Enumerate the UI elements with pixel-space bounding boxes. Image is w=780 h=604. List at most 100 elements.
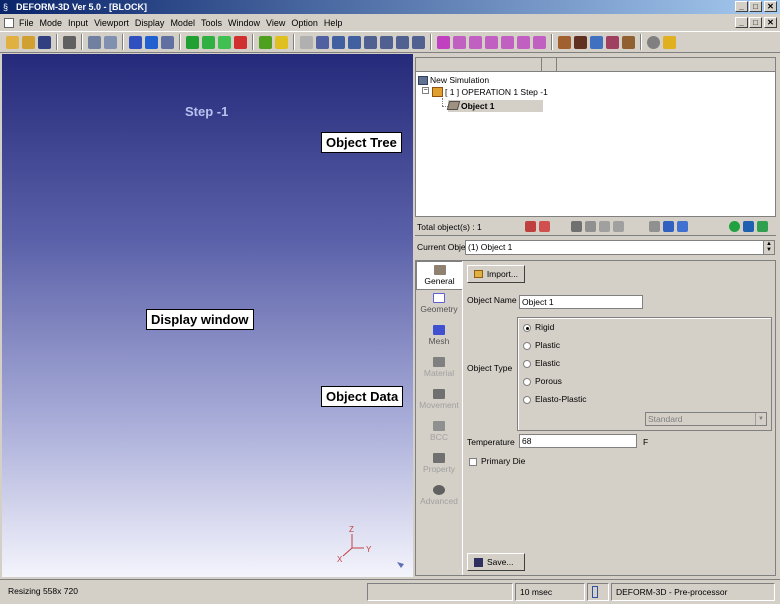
object-copy-icon[interactable] [585, 221, 596, 232]
menu-input[interactable]: Input [65, 18, 91, 28]
database-icon[interactable] [590, 35, 603, 49]
radio-rigid[interactable]: Rigid [523, 322, 554, 332]
status-mode: DEFORM-3D - Pre-processor [611, 583, 775, 601]
tab-movement[interactable]: Movement [416, 389, 462, 418]
rotate-free-icon[interactable] [412, 35, 425, 49]
view-back-icon[interactable] [469, 35, 482, 49]
frame-icon[interactable] [275, 35, 288, 49]
tree-collapse-toggle[interactable]: − [422, 87, 429, 94]
open-folder-icon[interactable] [22, 35, 35, 49]
doc-restore-button[interactable]: □ [749, 17, 762, 28]
mesh-tool-icon[interactable] [558, 35, 571, 49]
tool-icon[interactable] [161, 35, 174, 49]
object-name-field[interactable]: Object 1 [519, 295, 643, 309]
tab-general[interactable]: General [416, 261, 462, 290]
tree-operation[interactable]: [ 1 ] OPERATION 1 Step -1 [432, 87, 548, 97]
menu-view[interactable]: View [263, 18, 288, 28]
object-tree-callout: Object Tree [321, 132, 402, 153]
stop-icon[interactable] [647, 35, 660, 49]
menu-viewport[interactable]: Viewport [91, 18, 132, 28]
rotate-z-icon[interactable] [396, 35, 409, 49]
tree-root[interactable]: New Simulation [418, 75, 489, 85]
rotate-y-icon[interactable] [380, 35, 393, 49]
tab-geometry[interactable]: Geometry [416, 293, 462, 322]
edge-view-icon[interactable] [234, 35, 247, 49]
tree-operation-label: [ 1 ] OPERATION 1 Step -1 [445, 87, 548, 97]
radio-plastic[interactable]: Plastic [523, 340, 560, 350]
primary-die-checkbox[interactable]: Primary Die [469, 456, 525, 466]
mesh-icon [433, 325, 445, 335]
add-object-icon[interactable] [525, 221, 536, 232]
doc-close-button[interactable]: ✕ [764, 17, 777, 28]
object-show-icon[interactable] [599, 221, 610, 232]
operation-icon [432, 87, 443, 97]
save-icon[interactable] [38, 35, 51, 49]
object-hide-icon[interactable] [613, 221, 624, 232]
open-icon[interactable] [6, 35, 19, 49]
menu-option[interactable]: Option [288, 18, 321, 28]
save-button[interactable]: Save... [467, 553, 525, 571]
multi-object-icon[interactable] [743, 221, 754, 232]
radio-elastic[interactable]: Elastic [523, 358, 560, 368]
document-icon[interactable] [4, 17, 14, 28]
axis-x-label: X [337, 555, 343, 564]
spin-icon[interactable]: ▲ ▼ [763, 241, 774, 254]
radio-porous[interactable]: Porous [523, 376, 562, 386]
zoom-icon[interactable] [332, 35, 345, 49]
menu-window[interactable]: Window [225, 18, 263, 28]
solid-view-icon[interactable] [186, 35, 199, 49]
tab-material[interactable]: Material [416, 357, 462, 386]
menu-model[interactable]: Model [167, 18, 198, 28]
tree-object[interactable]: Object 1 [446, 100, 543, 112]
move-icon[interactable] [145, 35, 158, 49]
inter-object-icon[interactable] [606, 35, 619, 49]
axis-icon[interactable] [437, 35, 450, 49]
view-bottom-icon[interactable] [533, 35, 546, 49]
color-icon[interactable] [663, 221, 674, 232]
material-tool-icon[interactable] [574, 35, 587, 49]
radio-elasto-plastic[interactable]: Elasto-Plastic [523, 394, 587, 404]
object-info-icon[interactable] [571, 221, 582, 232]
menu-tools[interactable]: Tools [198, 18, 225, 28]
status-message: Resizing 558x 720 [8, 586, 78, 596]
close-button[interactable]: ✕ [764, 1, 777, 12]
camera-icon[interactable] [88, 35, 101, 49]
delete-object-icon[interactable] [539, 221, 550, 232]
current-object-select[interactable]: (1) Object 1 ▲ ▼ [465, 240, 775, 255]
restore-button[interactable]: □ [749, 1, 762, 12]
tab-property[interactable]: Property [416, 453, 462, 482]
import-button[interactable]: Import... [467, 265, 525, 283]
object-icon[interactable] [259, 35, 272, 49]
menu-display[interactable]: Display [132, 18, 168, 28]
minimize-button[interactable]: _ [735, 1, 748, 12]
tab-advanced[interactable]: Advanced [416, 485, 462, 514]
view-top-icon[interactable] [517, 35, 530, 49]
object-tree-panel[interactable]: New Simulation − [ 1 ] OPERATION 1 Step … [415, 57, 776, 217]
menu-mode[interactable]: Mode [37, 18, 66, 28]
zoom-box-icon[interactable] [348, 35, 361, 49]
view-left-icon[interactable] [485, 35, 498, 49]
status-icon[interactable] [729, 221, 740, 232]
pan-icon[interactable] [316, 35, 329, 49]
wireframe-view-icon[interactable] [202, 35, 215, 49]
temperature-field[interactable]: 68 [519, 434, 637, 448]
fit-icon[interactable] [129, 35, 142, 49]
view-front-icon[interactable] [453, 35, 466, 49]
select-icon[interactable] [300, 35, 313, 49]
doc-minimize-button[interactable]: _ [735, 17, 748, 28]
tab-bcc[interactable]: BCC [416, 421, 462, 450]
menu-file[interactable]: File [16, 18, 37, 28]
check-icon[interactable] [649, 221, 660, 232]
group-icon[interactable] [757, 221, 768, 232]
generate-icon[interactable] [622, 35, 635, 49]
exit-icon[interactable] [663, 35, 676, 49]
view-right-icon[interactable] [501, 35, 514, 49]
rotate-x-icon[interactable] [364, 35, 377, 49]
menu-help[interactable]: Help [321, 18, 346, 28]
paint-icon[interactable] [677, 221, 688, 232]
shaded-view-icon[interactable] [218, 35, 231, 49]
print-icon[interactable] [63, 35, 76, 49]
standard-select[interactable]: Standard ▼ [645, 412, 767, 426]
tab-mesh[interactable]: Mesh [416, 325, 462, 354]
snapshot-icon[interactable] [104, 35, 117, 49]
